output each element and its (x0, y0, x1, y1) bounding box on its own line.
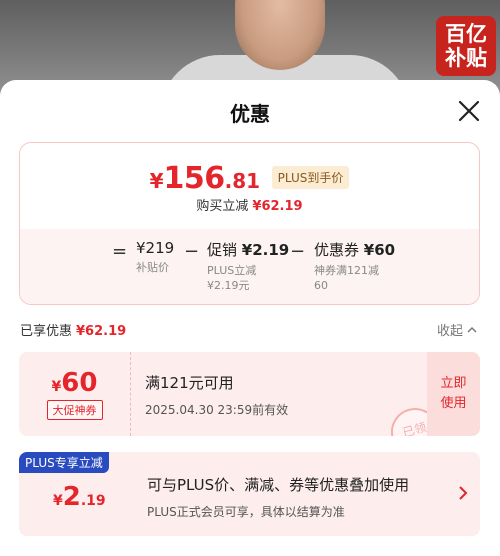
promo-sub1: PLUS立减 (207, 264, 257, 277)
price-formula: = ¥219 补贴价 − 促销 ¥2.19 PLUS立减 ¥2.19元 − 优惠… (20, 239, 479, 304)
plus-note: PLUS正式会员可享，具体以结算为准 (147, 505, 345, 519)
promo-sub2: ¥2.19元 (207, 279, 250, 292)
plus-currency: ¥ (53, 493, 63, 509)
price-decimal: .81 (224, 169, 261, 193)
coupon-line: 优惠券 ¥60 (314, 239, 395, 260)
promo-value: ¥2.19 (241, 241, 290, 259)
subsidy-badge: 百亿 补贴 (436, 16, 496, 76)
save-amount: ¥62.19 (252, 199, 303, 214)
formula-coupon: 优惠券 ¥60 神券满121减 60 (314, 239, 395, 293)
promo-title: 促销 (207, 241, 238, 259)
final-price: ¥156.81 PLUS到手价 (20, 161, 479, 196)
formula-promo: 促销 ¥2.19 PLUS立减 ¥2.19元 (207, 239, 289, 293)
base-label: 补贴价 (136, 261, 169, 274)
formula-base: ¥219 补贴价 (136, 239, 174, 275)
enjoyed-label: 已享优惠 (20, 324, 73, 339)
coupon-currency: ¥ (51, 379, 62, 395)
base-price: ¥219 (136, 239, 175, 257)
coupon-sub1: 神券满121减 (314, 264, 379, 277)
plus-discount-card[interactable]: PLUS专享立减 ¥2.19 可与PLUS价、满减、券等优惠叠加使用 PLUS正… (19, 452, 480, 536)
chevron-right-icon[interactable] (455, 484, 471, 502)
chevron-up-icon (467, 326, 477, 333)
plus-badge: PLUS专享立减 (19, 452, 109, 473)
minus-sign: − (184, 241, 200, 262)
collapse-button[interactable]: 收起 (437, 320, 477, 339)
sheet-title: 优惠 (230, 102, 270, 126)
coupon-condition: 满121元可用 (145, 374, 234, 392)
collapse-label: 收起 (437, 324, 464, 339)
coupon-sub2: 60 (314, 279, 328, 292)
plus-decimal: .19 (80, 493, 106, 509)
coupon-title: 优惠券 (314, 241, 360, 259)
plus-amount: ¥2.19 (53, 482, 106, 512)
price-currency: ¥ (149, 169, 164, 193)
coupon-card[interactable]: ¥60 大促神券 满121元可用 2025.04.30 23:59前有效 已领 … (19, 352, 480, 436)
plus-price-tag: PLUS到手价 (271, 166, 350, 189)
save-label: 购买立减 (196, 199, 249, 214)
coupon-value-block: ¥60 大促神券 (19, 352, 131, 436)
coupon-value: ¥60 (363, 241, 396, 259)
use-coupon-button[interactable]: 立即 使用 (427, 352, 480, 436)
subsidy-badge-line2: 补贴 (445, 45, 487, 70)
discount-sheet: 优惠 ¥156.81 PLUS到手价 购买立减 ¥62.19 = ¥219 补贴价… (0, 80, 500, 556)
coupon-kind-tag: 大促神券 (46, 400, 103, 420)
price-integer: 156 (163, 161, 226, 196)
save-row: 购买立减 ¥62.19 (20, 195, 479, 214)
subsidy-badge-line1: 百亿 (445, 21, 487, 46)
plus-info: 可与PLUS价、满减、券等优惠叠加使用 PLUS正式会员可享，具体以结算为准 (147, 474, 409, 520)
coupon-expiry: 2025.04.30 23:59前有效 (145, 403, 289, 417)
price-summary-card: ¥156.81 PLUS到手价 购买立减 ¥62.19 = ¥219 补贴价 − … (19, 142, 480, 305)
coupon-amount: ¥60 (19, 368, 130, 398)
plus-number: 2 (62, 482, 81, 512)
plus-description: 可与PLUS价、满减、券等优惠叠加使用 (147, 476, 410, 494)
enjoyed-discount: 已享优惠 ¥62.19 (20, 320, 126, 339)
coupon-info: 满121元可用 2025.04.30 23:59前有效 (145, 372, 288, 418)
use-coupon-line1: 立即 (440, 376, 467, 391)
minus-sign-2: − (290, 241, 306, 262)
close-icon[interactable] (456, 98, 482, 124)
enjoyed-amount: ¥62.19 (76, 324, 127, 339)
use-coupon-line2: 使用 (440, 396, 467, 411)
promo-line: 促销 ¥2.19 (207, 239, 289, 260)
equals-sign: = (112, 241, 128, 262)
coupon-number: 60 (61, 368, 98, 398)
